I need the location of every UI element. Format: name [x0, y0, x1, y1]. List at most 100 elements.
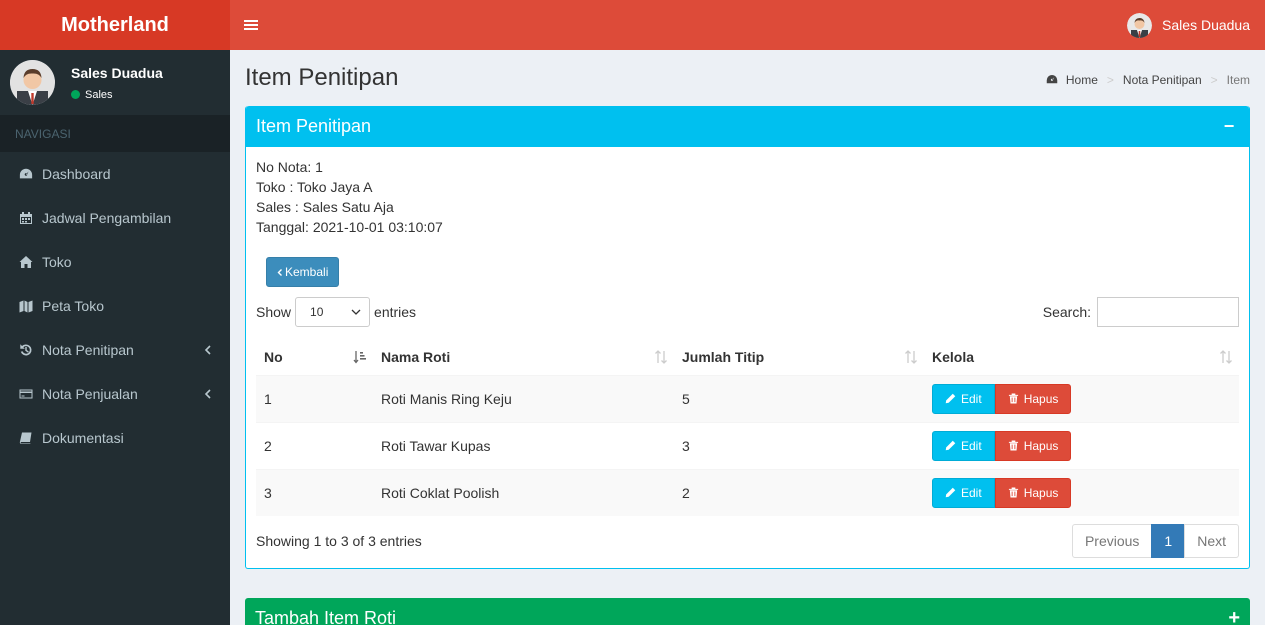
pagination-page[interactable]: 1 — [1151, 524, 1186, 558]
table-header-row: No Nama Roti Jumlah Titip Kelola — [256, 339, 1239, 376]
table-row: 3 Roti Coklat Poolish 2 Edit Hapus — [256, 468, 1239, 516]
column-header-label: Kelola — [932, 348, 975, 365]
sidebar-item-dashboard[interactable]: Dashboard — [0, 152, 230, 196]
search-control: Search: — [1043, 297, 1239, 327]
sidebar-user-name: Sales Duadua — [71, 64, 163, 81]
edit-button[interactable]: Edit — [932, 383, 995, 414]
delete-button-label: Hapus — [1023, 391, 1059, 406]
avatar — [1127, 12, 1153, 38]
trash-icon — [1008, 393, 1018, 404]
collapse-button[interactable]: − — [1219, 116, 1239, 137]
sidebar-item-jadwal[interactable]: Jadwal Pengambilan — [0, 196, 230, 240]
cell-kelola: Edit Hapus — [924, 374, 1239, 422]
user-menu[interactable]: Sales Duadua — [1127, 12, 1265, 38]
chevron-left-icon — [204, 345, 211, 355]
column-header-label: No — [264, 348, 283, 365]
cell-no: 1 — [256, 374, 373, 422]
content-wrapper: Item Penitipan Home > Nota Penitipan > I… — [230, 50, 1265, 625]
delete-button[interactable]: Hapus — [994, 477, 1072, 508]
box-header: Item Penitipan − — [246, 106, 1249, 147]
map-icon — [18, 299, 34, 313]
brand-logo[interactable]: Motherland — [0, 0, 230, 50]
column-header-label: Jumlah Titip — [682, 348, 765, 365]
sort-icon — [655, 350, 667, 364]
box-title: Item Penitipan — [256, 116, 372, 136]
calendar-icon — [18, 211, 34, 225]
header-user-name: Sales Duadua — [1162, 17, 1250, 33]
user-role-label: Sales — [85, 88, 113, 101]
sidebar-toggle-icon[interactable] — [230, 0, 272, 50]
back-button-label: Kembali — [285, 265, 329, 279]
entries-select[interactable]: 10 — [295, 297, 371, 327]
column-header-no[interactable]: No — [256, 339, 373, 376]
delete-button[interactable]: Hapus — [994, 430, 1072, 461]
sidebar-item-nota-penjualan[interactable]: Nota Penjualan — [0, 372, 230, 416]
cell-jumlah-titip: 5 — [674, 374, 924, 422]
avatar — [10, 60, 55, 105]
delete-button[interactable]: Hapus — [994, 383, 1072, 414]
cell-jumlah-titip: 2 — [674, 468, 924, 516]
pagination-previous[interactable]: Previous — [1071, 524, 1153, 558]
edit-button-label: Edit — [961, 485, 982, 500]
edit-button[interactable]: Edit — [932, 477, 995, 508]
edit-button-label: Edit — [961, 391, 982, 406]
pencil-icon — [945, 440, 956, 451]
credit-card-icon — [18, 387, 34, 401]
page-title: Item Penitipan — [245, 64, 399, 91]
cell-no: 2 — [256, 421, 373, 469]
search-input[interactable] — [1097, 297, 1239, 327]
sidebar-item-label: Dokumentasi — [42, 430, 124, 446]
box-title: Tambah Item Roti — [255, 607, 397, 625]
pagination-next[interactable]: Next — [1184, 524, 1239, 558]
tambah-item-box-header: Tambah Item Roti + — [245, 598, 1250, 625]
back-button[interactable]: Kembali — [266, 257, 340, 287]
table-info: Showing 1 to 3 of 3 entries — [256, 533, 422, 549]
sidebar-item-nota-penitipan[interactable]: Nota Penitipan — [0, 328, 230, 372]
content-header: Item Penitipan Home > Nota Penitipan > I… — [245, 50, 1250, 106]
book-icon — [18, 431, 34, 445]
sidebar-item-label: Jadwal Pengambilan — [42, 210, 172, 226]
delete-button-label: Hapus — [1023, 485, 1059, 500]
chevron-left-icon — [204, 389, 211, 399]
user-panel: Sales Duadua Sales — [0, 50, 230, 115]
sidebar-item-toko[interactable]: Toko — [0, 240, 230, 284]
edit-button-label: Edit — [961, 438, 982, 453]
column-header-nama-roti[interactable]: Nama Roti — [373, 339, 674, 376]
datatable-footer: Showing 1 to 3 of 3 entries Previous 1 N… — [256, 524, 1239, 558]
items-table: No Nama Roti Jumlah Titip Kelola 1 Roti … — [256, 339, 1239, 516]
column-header-label: Nama Roti — [381, 348, 451, 365]
sidebar-item-dokumentasi[interactable]: Dokumentasi — [0, 416, 230, 460]
trash-icon — [1008, 440, 1018, 451]
sidebar-item-label: Toko — [42, 254, 72, 270]
pencil-icon — [945, 487, 956, 498]
sidebar-item-label: Dashboard — [42, 166, 111, 182]
datatable-toolbar: Show 10 entries Search: — [256, 297, 1239, 327]
history-icon — [18, 343, 34, 357]
sidebar-item-peta-toko[interactable]: Peta Toko — [0, 284, 230, 328]
expand-button[interactable]: + — [1228, 607, 1240, 625]
sidebar-item-label: Nota Penjualan — [42, 386, 138, 402]
trash-icon — [1008, 487, 1018, 498]
column-header-kelola[interactable]: Kelola — [924, 339, 1239, 376]
item-penitipan-box: Item Penitipan − No Nota: 1 Toko : Toko … — [245, 106, 1250, 569]
box-body: No Nota: 1 Toko : Toko Jaya A Sales : Sa… — [246, 147, 1249, 568]
breadcrumb-home[interactable]: Home — [1066, 73, 1098, 87]
dashboard-icon — [1046, 75, 1058, 84]
sidebar-item-label: Peta Toko — [42, 298, 105, 314]
cell-no: 3 — [256, 468, 373, 516]
edit-button[interactable]: Edit — [932, 430, 995, 461]
cell-kelola: Edit Hapus — [924, 421, 1239, 469]
sort-icon — [905, 350, 917, 364]
cell-kelola: Edit Hapus — [924, 468, 1239, 516]
online-status-icon — [71, 90, 80, 99]
breadcrumb-separator: > — [1106, 72, 1114, 87]
breadcrumb-parent[interactable]: Nota Penitipan — [1123, 73, 1202, 87]
chevron-left-icon — [277, 268, 282, 276]
entries-label: entries — [374, 304, 417, 320]
cell-nama-roti: Roti Coklat Poolish — [373, 468, 674, 516]
info-toko: Toko : Toko Jaya A — [256, 179, 373, 195]
column-header-jumlah-titip[interactable]: Jumlah Titip — [674, 339, 924, 376]
info-tanggal: Tanggal: 2021-10-01 03:10:07 — [256, 219, 443, 235]
nav-header: NAVIGASI — [0, 115, 230, 152]
pagination: Previous 1 Next — [1071, 524, 1239, 558]
